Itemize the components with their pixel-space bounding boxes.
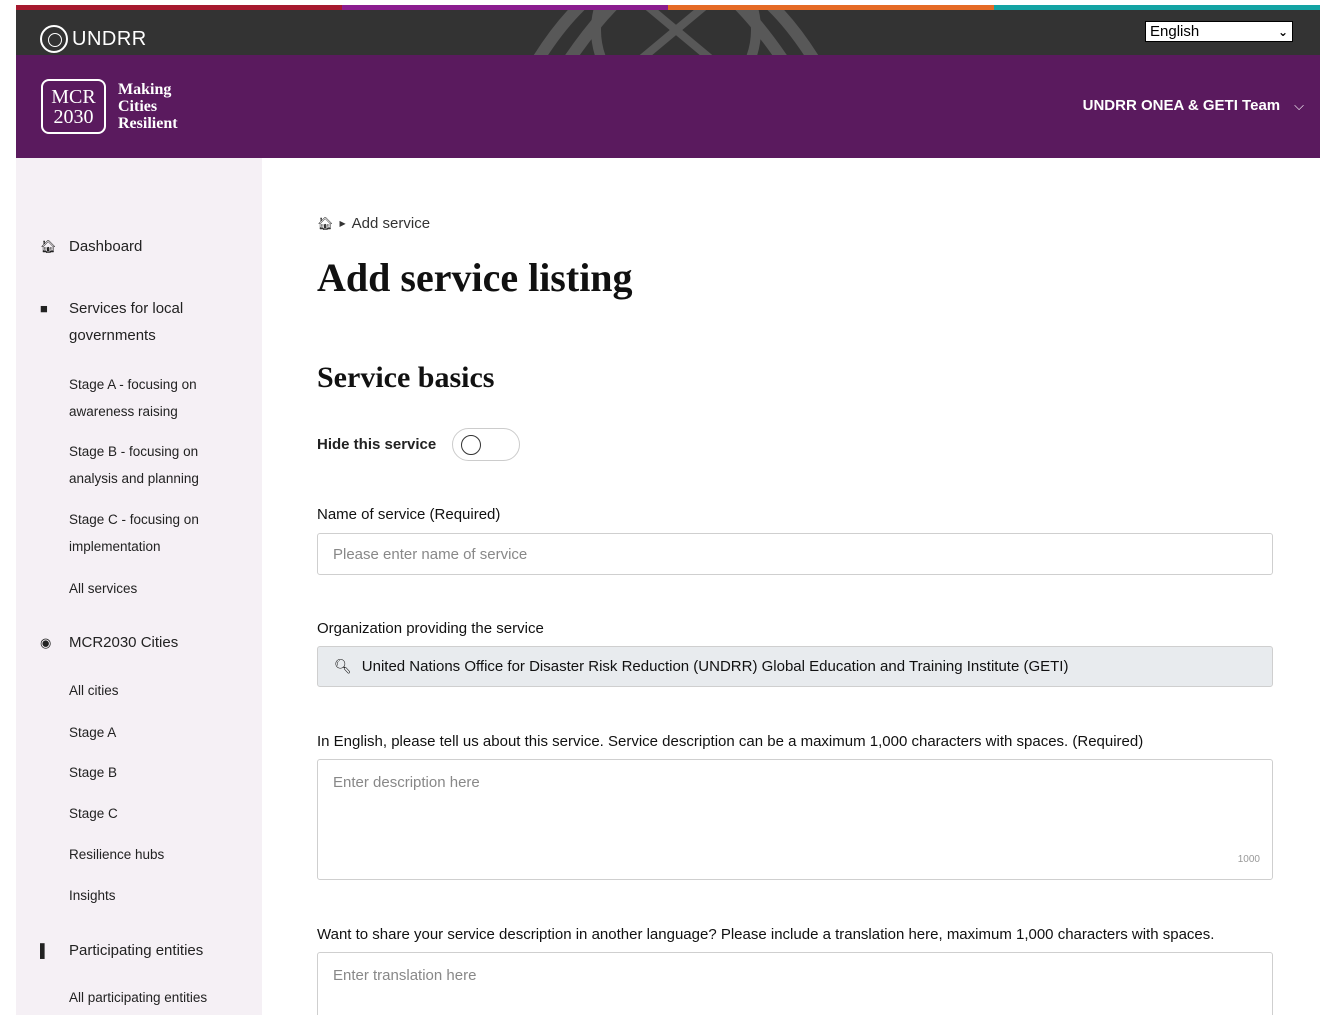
name-of-service-input[interactable]: Please enter name of service xyxy=(317,533,1273,575)
page-title: Add service listing xyxy=(317,255,633,300)
page-frame: UNDRR English ⌄ MCR 2030 Making Cities R… xyxy=(16,0,1320,1015)
sidebar-item-label: MCR2030 Cities xyxy=(69,634,179,651)
name-of-service-label: Name of service (Required) xyxy=(317,506,501,523)
team-name: UNDRR ONEA & GETI Team xyxy=(1082,97,1281,114)
sidebar-item-dashboard[interactable]: 🏠︎ Dashboard xyxy=(16,233,239,260)
un-globe-icon xyxy=(40,25,68,53)
sidebar-item-city-stage-b[interactable]: Stage B xyxy=(69,759,249,786)
sidebar: 🏠︎ Dashboard ■ Services for local govern… xyxy=(16,158,262,1015)
tagline-resilient: Resilient xyxy=(118,115,178,132)
sidebar-item-label: Participating entities xyxy=(69,942,204,959)
un-emblem-watermark xyxy=(533,10,819,55)
main-content: 🏠︎ ▶ Add service Add service listing Ser… xyxy=(262,158,1320,1015)
sidebar-item-services[interactable]: ■ Services for local governments xyxy=(16,295,239,349)
input-placeholder: Please enter name of service xyxy=(333,545,528,563)
hide-service-label: Hide this service xyxy=(317,436,437,453)
sidebar-item-insights[interactable]: Insights xyxy=(69,882,249,909)
chevron-down-icon: ⌵ xyxy=(1294,97,1304,113)
sidebar-item-resilience-hubs[interactable]: Resilience hubs xyxy=(69,841,249,868)
hide-service-toggle[interactable] xyxy=(452,428,521,461)
home-icon[interactable]: 🏠︎ xyxy=(317,216,334,232)
textarea-placeholder: Enter description here xyxy=(333,774,480,791)
undrr-logo[interactable]: UNDRR xyxy=(40,25,147,53)
search-icon: 🔍︎ xyxy=(334,658,352,674)
tagline-cities: Cities xyxy=(118,98,158,115)
mcr2030-logo[interactable]: MCR 2030 Making Cities Resilient xyxy=(41,79,178,134)
sidebar-item-cities[interactable]: ◉ MCR2030 Cities xyxy=(16,629,239,656)
briefcase-icon: ■ xyxy=(40,301,48,316)
mcr-badge-line2: 2030 xyxy=(53,105,94,128)
sidebar-item-stage-a[interactable]: Stage A - focusing on awareness raising xyxy=(69,371,249,425)
mcr-badge: MCR 2030 xyxy=(41,79,106,134)
sidebar-item-all-services[interactable]: All services xyxy=(69,575,249,602)
sidebar-item-label: Services for local governments xyxy=(69,300,184,344)
breadcrumb-separator-icon: ▶ xyxy=(339,219,346,228)
translation-label: Want to share your service description i… xyxy=(317,926,1215,943)
site-header: MCR 2030 Making Cities Resilient UNDRR O… xyxy=(16,55,1320,158)
top-bar: UNDRR English ⌄ xyxy=(16,10,1320,55)
sidebar-item-city-stage-a[interactable]: Stage A xyxy=(69,719,249,746)
language-select[interactable]: English ⌄ xyxy=(1145,21,1293,42)
sidebar-item-all-cities[interactable]: All cities xyxy=(69,677,249,704)
mcr-badge-line1: MCR xyxy=(51,85,96,108)
chevron-down-icon: ⌄ xyxy=(1277,24,1288,39)
toggle-knob xyxy=(461,435,482,455)
sidebar-item-stage-c[interactable]: Stage C - focusing on implementation xyxy=(69,506,249,560)
mcr-tagline: Making Cities Resilient xyxy=(118,81,178,132)
undrr-logo-text: UNDRR xyxy=(72,27,147,50)
organization-value: United Nations Office for Disaster Risk … xyxy=(361,658,1069,675)
building-icon: ▌ xyxy=(40,943,50,958)
tagline-making: Making xyxy=(118,81,172,98)
sidebar-item-entities[interactable]: ▌ Participating entities xyxy=(16,937,239,964)
description-label: In English, please tell us about this se… xyxy=(317,733,1144,750)
breadcrumb-current: Add service xyxy=(351,215,431,232)
organization-search-input[interactable]: 🔍︎ United Nations Office for Disaster Ri… xyxy=(317,646,1273,687)
sidebar-item-city-stage-c[interactable]: Stage C xyxy=(69,800,249,827)
section-title: Service basics xyxy=(317,361,495,394)
hide-service-row: Hide this service xyxy=(317,428,521,461)
textarea-placeholder: Enter translation here xyxy=(333,967,477,984)
breadcrumb: 🏠︎ ▶ Add service xyxy=(317,215,430,232)
globe-icon: ◉ xyxy=(40,635,52,650)
organization-label: Organization providing the service xyxy=(317,620,544,637)
sidebar-item-stage-b[interactable]: Stage B - focusing on analysis and plann… xyxy=(69,438,249,492)
home-icon: 🏠︎ xyxy=(40,239,57,254)
character-counter: 1000 xyxy=(1237,854,1260,865)
translation-textarea[interactable]: Enter translation here xyxy=(317,952,1273,1015)
description-textarea[interactable]: Enter description here 1000 xyxy=(317,759,1273,880)
sidebar-item-label: Dashboard xyxy=(69,238,143,255)
sidebar-item-all-entities[interactable]: All participating entities xyxy=(69,984,249,1011)
team-menu[interactable]: UNDRR ONEA & GETI Team ⌵ xyxy=(1083,97,1304,114)
language-value: English xyxy=(1150,23,1200,40)
